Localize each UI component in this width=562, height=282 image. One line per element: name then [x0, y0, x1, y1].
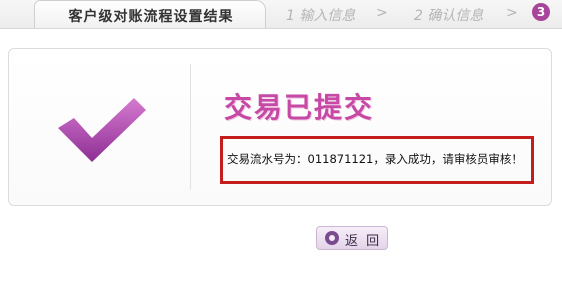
step-arrow-1: >: [376, 5, 388, 21]
panel-divider: [190, 64, 191, 190]
back-circle-icon: [325, 231, 339, 245]
step-2-label: 2 确认信息: [414, 8, 484, 24]
back-button-label: 返 回: [345, 234, 382, 249]
result-title: 交易已提交: [224, 91, 375, 124]
result-message: 交易流水号为：011871121，录入成功，请审核员审核！: [227, 152, 523, 166]
step-1-label: 1 输入信息: [286, 8, 356, 24]
result-message-box: 交易流水号为：011871121，录入成功，请审核员审核！: [220, 136, 534, 184]
step-active-label: 客户级对账流程设置结果: [68, 9, 234, 25]
back-button[interactable]: 返 回: [316, 226, 388, 250]
step-active-tab: 客户级对账流程设置结果: [34, 0, 266, 28]
step-bar: 客户级对账流程设置结果 1 输入信息 > 2 确认信息 > 3: [0, 0, 562, 29]
step-3-badge: 3: [532, 3, 550, 21]
result-page: 客户级对账流程设置结果 1 输入信息 > 2 确认信息 > 3 交易已提交 交易…: [0, 0, 562, 282]
checkmark-icon: [58, 98, 146, 162]
step-arrow-2: >: [506, 5, 518, 21]
